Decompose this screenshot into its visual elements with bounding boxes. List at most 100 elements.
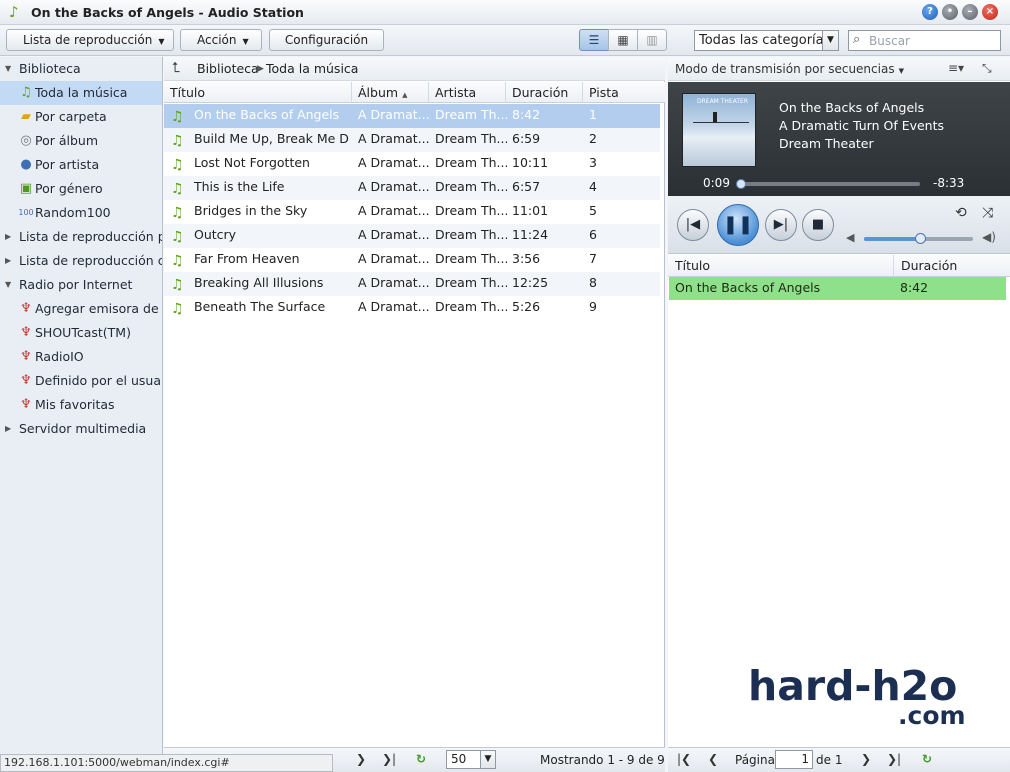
help-button[interactable]: ? <box>922 4 938 20</box>
stop-button[interactable]: ■ <box>802 209 834 241</box>
coverflow-view-button[interactable]: ▥ <box>637 29 667 51</box>
cell-track: 8 <box>589 275 597 290</box>
music-note-icon: ♫ <box>171 133 184 149</box>
table-row[interactable]: ♫ On the Backs of Angels A Dramat... Dream … <box>164 104 660 128</box>
sidebar-item-shared-playlists[interactable]: ▶ Lista de reproducción cor <box>0 249 162 273</box>
table-row[interactable]: ♫ Far From Heaven A Dramat... Dream Th... 3:… <box>164 248 660 272</box>
last-page-icon[interactable]: ❯| <box>887 752 901 766</box>
seek-bar[interactable] <box>736 179 920 189</box>
music-note-icon: ♫ <box>20 85 32 100</box>
sidebar-item-label: Servidor multimedia <box>19 421 147 436</box>
table-row[interactable]: ♫ Bridges in the Sky A Dramat... Dream Th..… <box>164 200 660 224</box>
stop-icon: ■ <box>811 217 825 232</box>
sidebar-item-label: Lista de reproducción per <box>19 229 163 244</box>
cell-duration: 8:42 <box>512 107 541 122</box>
column-header-title[interactable]: Título <box>164 82 352 103</box>
expanded-triangle-icon[interactable]: ▼ <box>5 57 11 81</box>
cell-title: Breaking All Illusions <box>194 275 324 290</box>
last-page-icon[interactable]: ❯| <box>382 752 396 766</box>
pin-button[interactable]: • <box>942 4 958 20</box>
sidebar-item-personal-playlists[interactable]: ▶ Lista de reproducción per <box>0 225 163 249</box>
sidebar-item-shoutcast[interactable]: ♆ SHOUTcast(TM) <box>0 321 162 345</box>
shuffle-icon[interactable]: ⤨ <box>982 205 993 221</box>
cell-duration: 12:25 <box>512 275 549 290</box>
refresh-icon[interactable]: ↻ <box>416 752 426 766</box>
sidebar-item-by-genre[interactable]: ▣ Por género <box>0 177 162 201</box>
sidebar-item-all-music[interactable]: ♫ Toda la música <box>0 81 162 105</box>
collapsed-triangle-icon[interactable]: ▶ <box>5 225 11 249</box>
expanded-triangle-icon[interactable]: ▼ <box>5 273 11 297</box>
queue-row-title: On the Backs of Angels <box>675 280 821 295</box>
column-header-duration[interactable]: Duración <box>506 82 583 103</box>
radio-tower-icon: ♆ <box>20 349 32 364</box>
list-view-icon: ☰ <box>588 33 600 47</box>
settings-button[interactable]: Configuración <box>269 29 384 51</box>
queue-options-icon[interactable]: ≡▾ <box>948 61 964 75</box>
pause-button[interactable]: ❚❚ <box>717 204 759 246</box>
column-header-track[interactable]: Pista <box>583 82 665 103</box>
window-title: On the Backs of Angels - Audio Station <box>31 5 304 20</box>
up-folder-icon[interactable]: ⮤ <box>172 60 180 76</box>
sidebar-item-internet-radio[interactable]: ▼ Radio por Internet <box>0 273 162 297</box>
sidebar-item-by-artist[interactable]: ● Por artista <box>0 153 162 177</box>
list-view-button[interactable]: ☰ <box>579 29 609 51</box>
action-menu-button[interactable]: Acción ▼ <box>180 29 262 51</box>
collapsed-triangle-icon[interactable]: ▶ <box>5 417 11 441</box>
sidebar-item-by-album[interactable]: ◎ Por álbum <box>0 129 162 153</box>
cell-title: On the Backs of Angels <box>194 107 340 122</box>
column-header-artist[interactable]: Artista <box>429 82 506 103</box>
cell-duration: 11:24 <box>512 227 549 242</box>
column-header-album[interactable]: Álbum ▲ <box>352 82 429 103</box>
sidebar-item-label: Agregar emisora de ra <box>35 301 163 316</box>
queue-row-duration: 8:42 <box>900 280 929 295</box>
table-row[interactable]: ♫ Build Me Up, Break Me D... A Dramat... Dr… <box>164 128 660 152</box>
sidebar-item-user-defined[interactable]: ♆ Definido por el usuario <box>0 369 162 393</box>
music-note-icon: ♫ <box>171 301 184 317</box>
volume-slider[interactable] <box>864 233 973 244</box>
collapsed-triangle-icon[interactable]: ▶ <box>5 249 11 273</box>
queue-column-duration[interactable]: Duración <box>895 255 957 277</box>
sidebar-item-media-server[interactable]: ▶ Servidor multimedia <box>0 417 162 441</box>
volume-low-icon[interactable]: ◀ <box>846 231 854 244</box>
table-row[interactable]: ♫ Breaking All Illusions A Dramat... Dream … <box>164 272 660 296</box>
coverflow-view-icon: ▥ <box>646 33 658 47</box>
action-menu-label: Acción <box>197 33 237 47</box>
table-row[interactable]: ♫ This is the Life A Dramat... Dream Th... 6… <box>164 176 660 200</box>
next-page-icon[interactable]: ❯ <box>861 752 871 766</box>
music-note-icon: ♫ <box>171 181 184 197</box>
previous-page-icon[interactable]: ❮ <box>708 752 718 766</box>
minimize-button[interactable]: – <box>962 4 978 20</box>
search-input[interactable] <box>869 33 997 48</box>
table-row[interactable]: ♫ Lost Not Forgotten A Dramat... Dream Th..… <box>164 152 660 176</box>
sidebar-item-library[interactable]: ▼ Biblioteca <box>0 57 162 81</box>
volume-high-icon[interactable]: ◀) <box>982 230 996 244</box>
cell-album: A Dramat... <box>358 251 430 266</box>
playlist-menu-button[interactable]: Lista de reproducción ▼ <box>6 29 174 51</box>
repeat-icon[interactable]: ⟲ <box>955 205 967 221</box>
first-page-icon[interactable]: |❮ <box>677 752 691 766</box>
sidebar-item-favorites[interactable]: ♆ Mis favoritas <box>0 393 162 417</box>
close-button[interactable]: × <box>982 4 998 20</box>
sidebar-item-add-station[interactable]: ♆ Agregar emisora de ra <box>0 297 163 321</box>
volume-handle[interactable] <box>914 233 926 244</box>
refresh-icon[interactable]: ↻ <box>922 752 932 766</box>
stream-mode-menu[interactable]: Modo de transmisión por secuencias ▼ <box>675 62 904 76</box>
mini-player-icon[interactable]: ⤡ <box>982 61 992 76</box>
search-box[interactable]: ⌕ <box>848 30 1001 51</box>
table-row[interactable]: ♫ Outcry A Dramat... Dream Th... 11:24 6 <box>164 224 660 248</box>
queue-column-title[interactable]: Título <box>668 255 894 277</box>
breadcrumb-root[interactable]: Biblioteca <box>197 61 259 76</box>
sidebar-item-by-folder[interactable]: ▰ Por carpeta <box>0 105 162 129</box>
next-page-icon[interactable]: ❯ <box>356 752 366 766</box>
grid-view-button[interactable]: ▦ <box>608 29 638 51</box>
sidebar-item-radioio[interactable]: ♆ RadioIO <box>0 345 162 369</box>
category-select[interactable]: Todas las categorías ▼ <box>694 30 839 51</box>
page-size-select[interactable]: 50 ▼ <box>446 750 496 769</box>
seek-handle[interactable] <box>736 179 747 189</box>
table-row[interactable]: ♫ Beneath The Surface A Dramat... Dream Th.… <box>164 296 660 320</box>
next-button[interactable]: ▶| <box>765 209 797 241</box>
queue-row[interactable]: On the Backs of Angels 8:42 <box>669 277 1006 300</box>
sidebar-item-random100[interactable]: 100 Random100 <box>0 201 162 225</box>
previous-button[interactable]: |◀ <box>677 209 709 241</box>
page-number-input[interactable]: 1 <box>775 750 813 769</box>
